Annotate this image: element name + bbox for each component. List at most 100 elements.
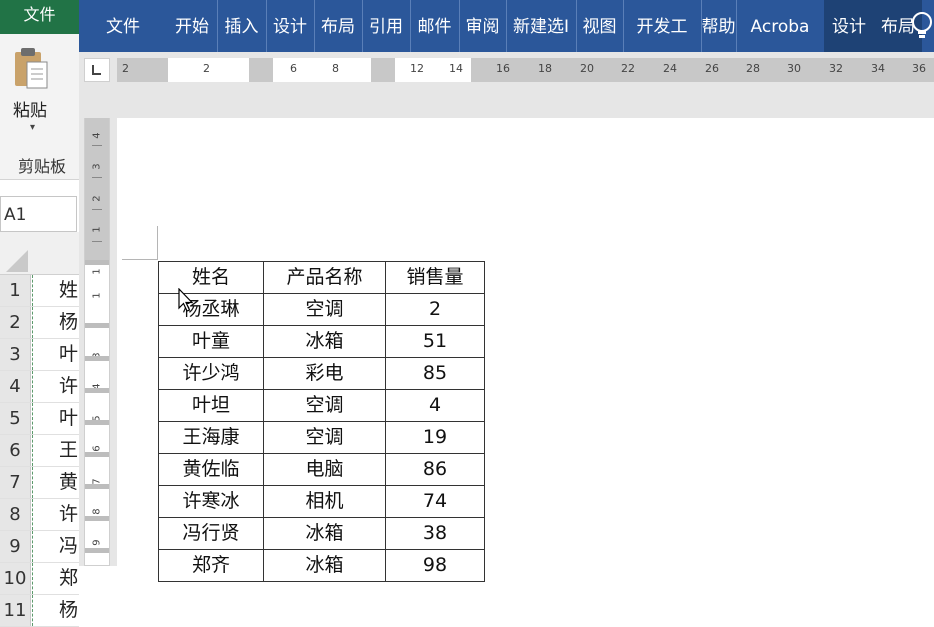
table-row[interactable]: 叶童 冰箱 51 (158, 325, 485, 358)
excel-row[interactable]: 4许 (0, 371, 79, 403)
row-boundary-marker[interactable] (85, 484, 109, 489)
paste-button-label[interactable]: 粘贴 (13, 96, 47, 121)
excel-row[interactable]: 1姓 (0, 275, 79, 307)
row-number[interactable]: 2 (0, 307, 31, 338)
excel-row[interactable]: 7黄 (0, 467, 79, 499)
ribbon-tab[interactable]: 设计 (824, 0, 874, 52)
chevron-down-icon[interactable]: ▾ (30, 122, 35, 133)
table-row[interactable]: 杨丞琳 空调 2 (158, 293, 485, 326)
row-number[interactable]: 5 (0, 403, 31, 434)
table-cell[interactable]: 74 (385, 485, 485, 518)
ribbon-tab[interactable]: 视图 (576, 0, 624, 52)
table-cell[interactable]: 王海康 (158, 421, 264, 454)
table-cell[interactable]: 85 (385, 357, 485, 390)
table-cell[interactable]: 38 (385, 517, 485, 550)
row-number[interactable]: 3 (0, 339, 31, 370)
excel-cell[interactable]: 黄 (32, 467, 79, 498)
row-number[interactable]: 4 (0, 371, 31, 402)
row-number[interactable]: 9 (0, 531, 31, 562)
excel-cell[interactable]: 王 (32, 435, 79, 466)
excel-row[interactable]: 6王 (0, 435, 79, 467)
sales-table[interactable]: 姓名 产品名称 销售量 杨丞琳 空调 2 叶童 冰箱 51 许少鸿 彩电 85 叶坦 空调 4 王海康 空调 19… (158, 261, 485, 582)
table-cell[interactable]: 彩电 (263, 357, 386, 390)
table-cell[interactable]: 86 (385, 453, 485, 486)
excel-cell[interactable]: 冯 (32, 531, 79, 562)
excel-cell[interactable]: 许 (32, 499, 79, 530)
table-cell[interactable]: 叶童 (158, 325, 264, 358)
clipboard-paste-icon[interactable] (12, 46, 50, 92)
table-cell[interactable]: 51 (385, 325, 485, 358)
row-number[interactable]: 7 (0, 467, 31, 498)
row-number[interactable]: 8 (0, 499, 31, 530)
row-number[interactable]: 11 (0, 595, 31, 626)
excel-cell[interactable]: 杨 (32, 307, 79, 338)
table-row[interactable]: 王海康 空调 19 (158, 421, 485, 454)
excel-row[interactable]: 9冯 (0, 531, 79, 563)
table-row[interactable]: 叶坦 空调 4 (158, 389, 485, 422)
table-row[interactable]: 黄佐临 电脑 86 (158, 453, 485, 486)
table-cell[interactable]: 冰箱 (263, 325, 386, 358)
ribbon-tab[interactable]: 布局 (314, 0, 363, 52)
select-all-corner[interactable] (6, 250, 28, 272)
row-boundary-marker[interactable] (85, 548, 109, 553)
table-cell[interactable]: 冰箱 (263, 517, 386, 550)
excel-cell[interactable]: 姓 (32, 275, 79, 306)
ribbon-tab[interactable]: 插入 (217, 0, 267, 52)
excel-row[interactable]: 10 郑 (0, 563, 79, 595)
table-cell[interactable]: 杨丞琳 (158, 293, 264, 326)
row-boundary-marker[interactable] (85, 260, 109, 265)
table-row[interactable]: 冯行贤 冰箱 38 (158, 517, 485, 550)
row-boundary-marker[interactable] (85, 356, 109, 361)
table-cell[interactable]: 19 (385, 421, 485, 454)
ribbon-tab[interactable]: 新建选I (506, 0, 577, 52)
ribbon-tab[interactable]: 邮件 (410, 0, 460, 52)
table-cell[interactable]: 许少鸿 (158, 357, 264, 390)
table-header-cell[interactable]: 销售量 (385, 261, 485, 294)
excel-cell[interactable]: 叶 (32, 403, 79, 434)
row-number[interactable]: 6 (0, 435, 31, 466)
table-cell[interactable]: 相机 (263, 485, 386, 518)
row-boundary-marker[interactable] (85, 516, 109, 521)
table-row[interactable]: 许少鸿 彩电 85 (158, 357, 485, 390)
ribbon-tab[interactable]: 审阅 (459, 0, 507, 52)
table-header-cell[interactable]: 产品名称 (263, 261, 386, 294)
table-cell[interactable]: 电脑 (263, 453, 386, 486)
ribbon-tab[interactable]: 开发工 (623, 0, 702, 52)
table-cell[interactable]: 2 (385, 293, 485, 326)
table-cell[interactable]: 空调 (263, 389, 386, 422)
row-number[interactable]: 10 (0, 563, 31, 594)
table-header-cell[interactable]: 姓名 (158, 261, 264, 294)
tab-stop-icon[interactable] (84, 58, 110, 82)
excel-cell[interactable]: 许 (32, 371, 79, 402)
row-number[interactable]: 1 (0, 275, 31, 306)
table-cell[interactable]: 4 (385, 389, 485, 422)
table-cell[interactable]: 空调 (263, 293, 386, 326)
excel-row[interactable]: 3叶 (0, 339, 79, 371)
excel-row[interactable]: 8许 (0, 499, 79, 531)
ribbon-tab[interactable]: 帮助 (701, 0, 737, 52)
ribbon-tab[interactable]: Acroba (736, 0, 825, 52)
ribbon-tab[interactable]: 文件 (79, 0, 167, 52)
row-boundary-marker[interactable] (85, 388, 109, 393)
excel-row[interactable]: 2杨 (0, 307, 79, 339)
row-boundary-marker[interactable] (85, 452, 109, 457)
ribbon-tab[interactable]: 设计 (266, 0, 315, 52)
excel-cell[interactable]: 杨 (32, 595, 79, 626)
table-header-row[interactable]: 姓名 产品名称 销售量 (158, 261, 485, 294)
row-boundary-marker[interactable] (85, 323, 109, 328)
excel-cell[interactable]: 郑 (32, 563, 79, 594)
excel-cell[interactable]: 叶 (32, 339, 79, 370)
excel-row[interactable]: 11 杨 (0, 595, 79, 627)
excel-file-tab[interactable]: 文件 (0, 0, 79, 34)
excel-row[interactable]: 5叶 (0, 403, 79, 435)
lightbulb-icon[interactable] (910, 10, 934, 42)
table-cell[interactable]: 许寒冰 (158, 485, 264, 518)
table-cell[interactable]: 黄佐临 (158, 453, 264, 486)
table-row[interactable]: 许寒冰 相机 74 (158, 485, 485, 518)
table-cell[interactable]: 叶坦 (158, 389, 264, 422)
row-boundary-marker[interactable] (85, 420, 109, 425)
ribbon-tab[interactable]: 开始 (167, 0, 218, 52)
table-cell[interactable]: 空调 (263, 421, 386, 454)
name-box[interactable]: A1 (0, 196, 77, 232)
table-cell[interactable]: 冯行贤 (158, 517, 264, 550)
